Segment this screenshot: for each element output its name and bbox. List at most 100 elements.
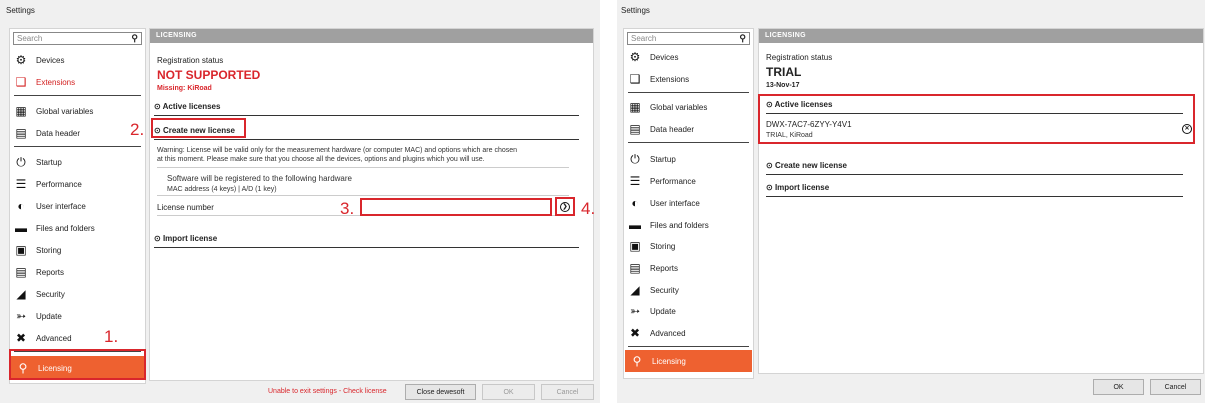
cube-icon: ❑ [15, 75, 27, 89]
cancel-button[interactable]: Cancel [541, 384, 594, 400]
annotation-number: 4. [581, 199, 596, 218]
sidebar-item-label: Devices [650, 52, 679, 62]
lock-icon: ◢ [16, 287, 26, 301]
collapse-icon: ⊙ [154, 102, 161, 111]
sidebar-item-startup[interactable]: ⏻ Startup [14, 152, 141, 172]
sidebar-item-security[interactable]: ◢ Security [628, 280, 749, 300]
sidebar-item-label: Data header [36, 128, 81, 138]
power-icon: ⏻ [630, 151, 640, 166]
search-icon[interactable]: ⚲ [131, 33, 138, 44]
panel-header: LICENSING [759, 29, 1203, 43]
sidebar-item-label: Advanced [36, 333, 72, 343]
update-icon: ➳ [629, 304, 641, 318]
sidebar-item-performance[interactable]: ☰ Performance [14, 174, 141, 194]
lock-icon: ◢ [630, 283, 640, 297]
sidebar-item-extensions[interactable]: ❑ Extensions [14, 72, 141, 92]
submit-license-button[interactable]: ❯ [555, 197, 575, 216]
sidebar-item-reports[interactable]: ▤ Reports [628, 258, 749, 278]
arrow-right-icon: ❯ [560, 201, 570, 212]
create-new-license-section[interactable]: ⊙ Create new license [766, 161, 1183, 170]
window-title: Settings [6, 6, 35, 15]
search-placeholder: Search [631, 34, 657, 43]
sliders-icon: ☰ [629, 174, 641, 188]
ok-button[interactable]: OK [1093, 379, 1144, 395]
annotation-box-active-licenses [758, 94, 1195, 144]
power-icon: ⏻ [16, 154, 26, 169]
sidebar-item-devices[interactable]: ⚙ Devices [628, 47, 749, 67]
divider [628, 142, 749, 143]
registration-status-label: Registration status [157, 56, 224, 65]
sidebar-item-performance[interactable]: ☰ Performance [628, 171, 749, 191]
search-input[interactable]: Search ⚲ [627, 32, 750, 45]
report-icon: ▤ [629, 261, 641, 275]
cube-icon: ❑ [629, 72, 641, 86]
sidebar-item-label: Data header [650, 124, 695, 134]
database-icon: ▤ [15, 126, 27, 140]
sidebar-item-global-variables[interactable]: ▦ Global variables [628, 97, 749, 117]
warning-text: Warning: License will be valid only for … [157, 147, 518, 163]
sidebar-item-security[interactable]: ◢ Security [14, 284, 141, 304]
sidebar-item-label: Update [650, 306, 676, 316]
search-placeholder: Search [17, 34, 43, 43]
registration-status-value: TRIAL [766, 65, 802, 79]
ok-button[interactable]: OK [482, 384, 535, 400]
sidebar-item-label: Extensions [36, 77, 76, 87]
sidebar-item-files-and-folders[interactable]: ▬ Files and folders [14, 218, 141, 238]
sidebar-item-user-interface[interactable]: ◐ User interface [14, 196, 141, 216]
sidebar-item-user-interface[interactable]: ◐ User interface [628, 193, 749, 213]
divider [14, 146, 141, 147]
settings-window-right: Settings Search ⚲ ⚙ Devices ❑ Extensions… [617, 0, 1205, 403]
sidebar-item-label: Files and folders [650, 220, 709, 230]
sidebar-item-label: User interface [650, 198, 700, 208]
divider [157, 195, 569, 196]
divider [14, 95, 141, 96]
collapse-icon: ⊙ [154, 234, 161, 243]
sidebar-item-label: Licensing [652, 356, 686, 366]
sidebar-item-update[interactable]: ➳ Update [628, 301, 749, 321]
sidebar-item-global-variables[interactable]: ▦ Global variables [14, 101, 141, 121]
sidebar-item-label: Reports [650, 263, 679, 273]
close-dewesoft-button[interactable]: Close dewesoft [405, 384, 476, 400]
sidebar-item-data-header[interactable]: ▤ Data header [628, 119, 749, 139]
import-license-section[interactable]: ⊙ Import license [154, 234, 579, 243]
sidebar: Search ⚲ ⚙ Devices ❑ Extensions ▦ Global… [623, 28, 754, 379]
sidebar-item-storing[interactable]: ▣ Storing [14, 240, 141, 260]
search-input[interactable]: Search ⚲ [13, 32, 142, 45]
sidebar-item-startup[interactable]: ⏻ Startup [628, 149, 749, 169]
sidebar-item-licensing[interactable]: ⚲ Licensing [625, 350, 752, 372]
registration-status-value: NOT SUPPORTED [157, 68, 261, 82]
licensing-panel: LICENSING Registration status TRIAL 13-N… [758, 28, 1204, 374]
sidebar-item-devices[interactable]: ⚙ Devices [14, 50, 141, 70]
active-licenses-section[interactable]: ⊙ Active licenses [154, 102, 579, 111]
sidebar-item-files-and-folders[interactable]: ▬ Files and folders [628, 215, 749, 235]
sidebar-item-label: Security [650, 285, 679, 295]
sidebar-item-data-header[interactable]: ▤ Data header [14, 123, 141, 143]
import-license-section[interactable]: ⊙ Import license [766, 183, 1183, 192]
sidebar-item-advanced[interactable]: ✖ Advanced [14, 328, 141, 348]
divider [154, 247, 579, 248]
hardware-text: Software will be registered to the follo… [167, 174, 352, 183]
sidebar-item-reports[interactable]: ▤ Reports [14, 262, 141, 282]
save-icon: ▣ [629, 239, 641, 253]
sidebar-item-update[interactable]: ➳ Update [14, 306, 141, 326]
window-title: Settings [621, 6, 650, 15]
divider [157, 167, 569, 168]
license-number-input[interactable] [360, 198, 552, 216]
sidebar-item-storing[interactable]: ▣ Storing [628, 236, 749, 256]
sliders-icon: ☰ [15, 177, 27, 191]
search-icon[interactable]: ⚲ [739, 33, 746, 44]
missing-text: Missing: KiRoad [157, 85, 212, 92]
sidebar-item-extensions[interactable]: ❑ Extensions [628, 69, 749, 89]
cancel-button[interactable]: Cancel [1150, 379, 1201, 395]
key-icon: ⚲ [632, 354, 642, 368]
sidebar-item-label: Files and folders [36, 223, 95, 233]
gauge-icon: ◐ [631, 196, 639, 210]
sidebar-item-label: Global variables [36, 106, 94, 116]
sidebar-item-label: Startup [650, 154, 676, 164]
panel-header: LICENSING [150, 29, 593, 43]
sidebar-item-advanced[interactable]: ✖ Advanced [628, 323, 749, 343]
divider [766, 196, 1183, 197]
sidebar-item-label: Performance [36, 179, 82, 189]
sidebar-item-label: Reports [36, 267, 65, 277]
exit-warning-text: Unable to exit settings - Check license [268, 388, 387, 395]
